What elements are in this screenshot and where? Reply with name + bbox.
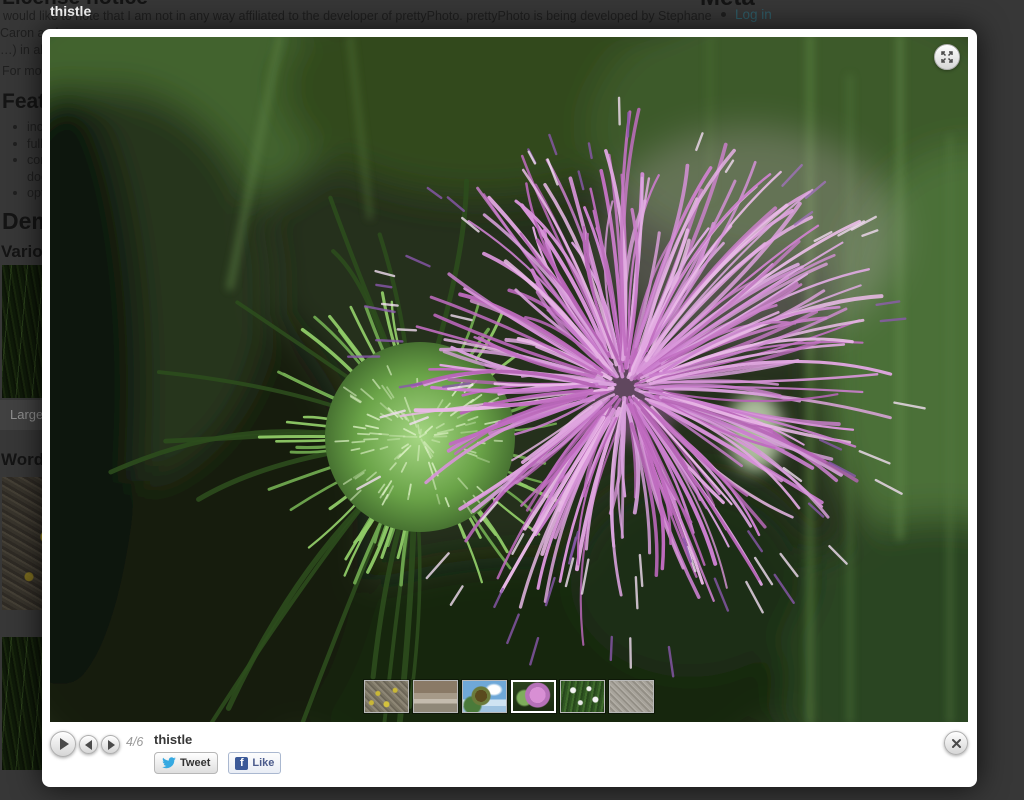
license-text-line1: would like to note that I am not in any … [3, 9, 712, 23]
ajax-title-tooltip: thistle [50, 3, 91, 19]
like-label: Like [252, 757, 274, 769]
license-text-line3: …) in all [0, 43, 46, 57]
next-button[interactable] [101, 735, 120, 754]
close-button[interactable] [944, 731, 968, 755]
thistle-photo [50, 37, 968, 722]
lightbox-thumbnail-1[interactable] [364, 680, 409, 713]
next-icon [108, 740, 115, 750]
facebook-icon: f [235, 757, 248, 770]
image-counter: 4/6 [126, 735, 143, 749]
twitter-bird-icon [162, 757, 176, 769]
lightbox-footer: 4/6 thistle Tweet f Like [42, 722, 977, 787]
play-button[interactable] [50, 731, 76, 757]
lightbox-thumbnail-6[interactable] [609, 680, 654, 713]
previous-button[interactable] [79, 735, 98, 754]
tweet-button[interactable]: Tweet [154, 752, 218, 774]
lightbox-thumbnail-4-selected[interactable] [511, 680, 556, 713]
lightbox-photo[interactable] [50, 37, 968, 722]
lightbox-thumbnail-3[interactable] [462, 680, 507, 713]
expand-button[interactable] [934, 44, 960, 70]
play-icon [60, 738, 69, 750]
login-bullet [721, 12, 726, 17]
close-icon [951, 738, 962, 749]
lightbox-thumbnail-5[interactable] [560, 680, 605, 713]
tweet-label: Tweet [180, 757, 210, 769]
login-link[interactable]: Log in [735, 7, 772, 22]
expand-icon [940, 50, 954, 64]
facebook-like-button[interactable]: f Like [228, 752, 281, 774]
photo-title: thistle [154, 732, 192, 747]
lightbox-modal: 4/6 thistle Tweet f Like [42, 29, 977, 787]
social-buttons: Tweet f Like [154, 752, 281, 774]
lightbox-thumbnail-2[interactable] [413, 680, 458, 713]
caption-label: Large [10, 407, 43, 422]
thumbnail-strip [364, 680, 654, 713]
previous-icon [85, 740, 92, 750]
